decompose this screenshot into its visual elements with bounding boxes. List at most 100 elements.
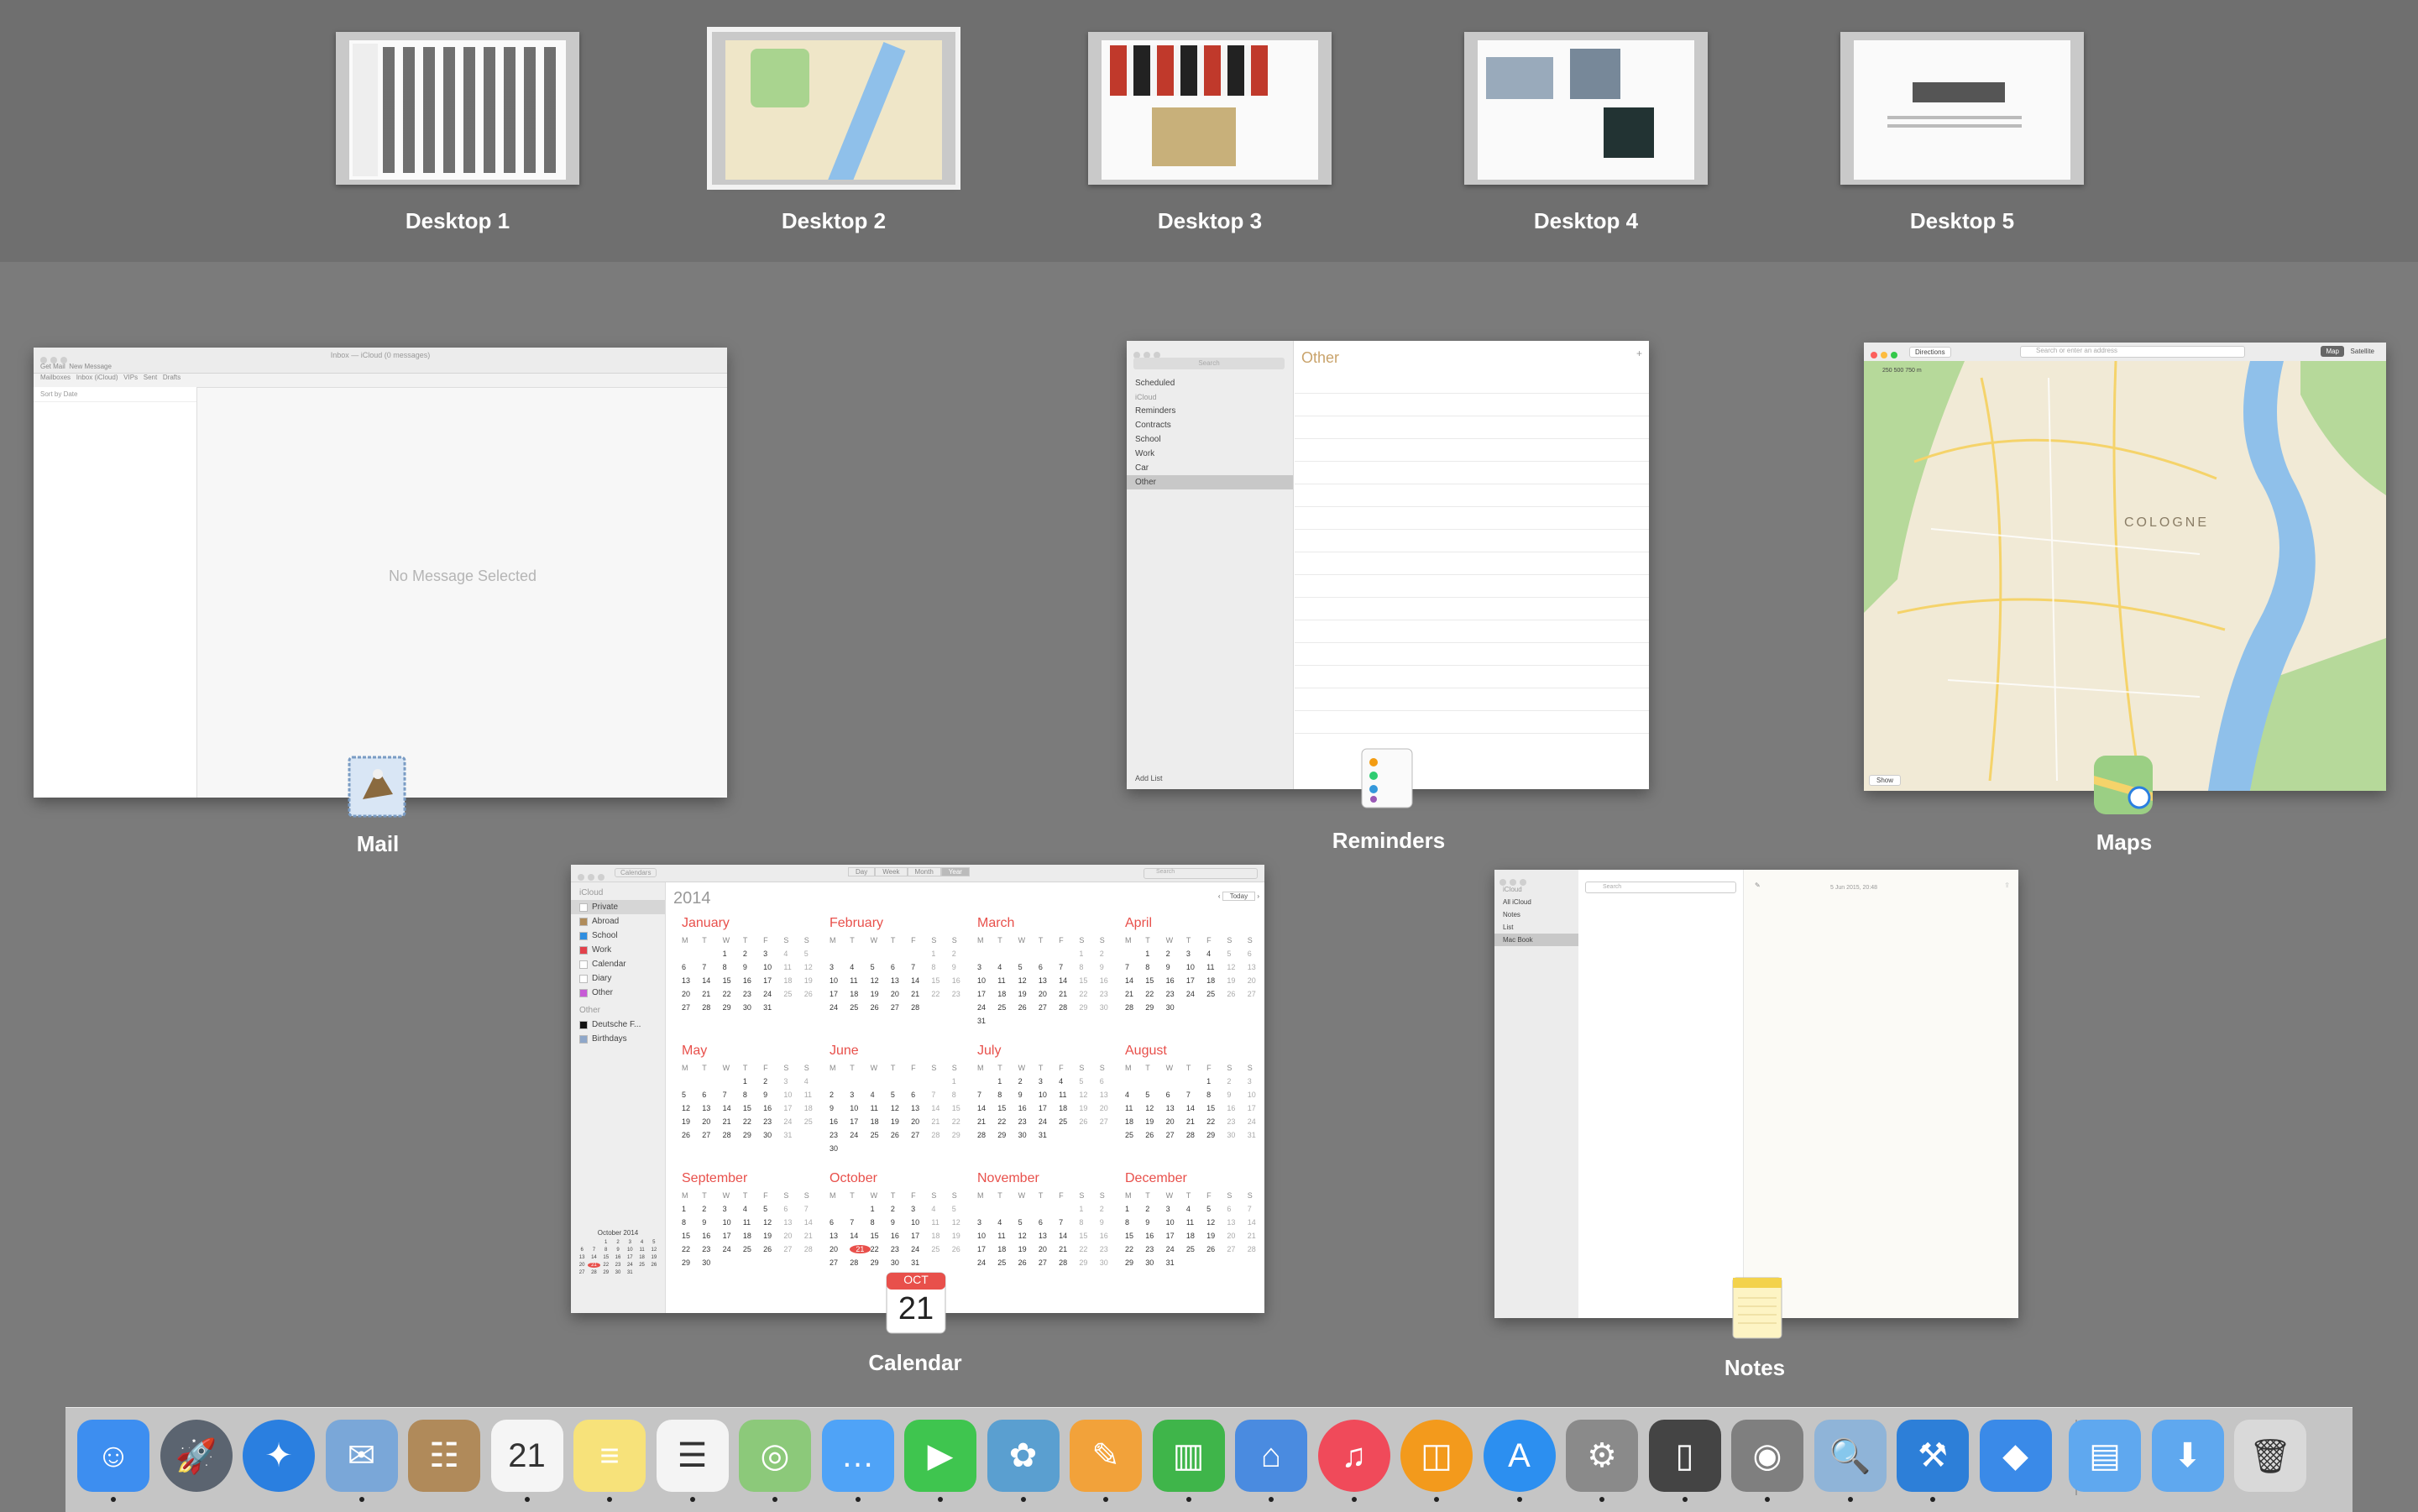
calendar-day[interactable]: 22	[1206, 1117, 1227, 1126]
calendar-day[interactable]: 31	[1039, 1131, 1059, 1139]
calendar-day[interactable]: 13	[783, 1218, 803, 1227]
calendar-day[interactable]: 29	[1145, 1003, 1165, 1012]
calendar-day[interactable]: 30	[830, 1144, 850, 1153]
calendar-day[interactable]: 5	[1018, 1218, 1039, 1227]
calendar-color-swatch[interactable]	[579, 1034, 588, 1044]
calendar-day[interactable]: 6	[702, 1091, 722, 1099]
calendar-day[interactable]: 21	[1059, 990, 1079, 998]
calendar-day[interactable]: 11	[1125, 1104, 1145, 1112]
calendar-day[interactable]: 14	[1248, 1218, 1264, 1227]
calendar-day[interactable]: 18	[931, 1232, 951, 1240]
calendar-day[interactable]: 18	[1125, 1117, 1145, 1126]
calendar-day[interactable]: 16	[1227, 1104, 1247, 1112]
mini-calendar-day[interactable]: 15	[600, 1255, 612, 1260]
next-arrow-icon[interactable]: ›	[1257, 892, 1259, 900]
calendar-day[interactable]: 7	[723, 1091, 743, 1099]
calendar-day[interactable]: 2	[1018, 1077, 1039, 1086]
calendar-day[interactable]: 3	[977, 963, 997, 971]
calendar-day[interactable]: 14	[1059, 976, 1079, 985]
calendar-day[interactable]: 13	[1166, 1104, 1186, 1112]
keynote-icon[interactable]: ⌂	[1235, 1420, 1307, 1492]
calendar-day[interactable]: 10	[1039, 1091, 1059, 1099]
mini-calendar-day[interactable]: 9	[612, 1248, 624, 1253]
notes-search-input[interactable]: Search	[1585, 882, 1736, 893]
calendar-day[interactable]: 9	[1100, 1218, 1120, 1227]
calendar-day[interactable]: 27	[1039, 1003, 1059, 1012]
calendar-day[interactable]: 10	[830, 976, 850, 985]
calendar-day[interactable]: 28	[1186, 1131, 1206, 1139]
calendar-day[interactable]: 10	[1166, 1218, 1186, 1227]
calendar-day[interactable]: 6	[891, 963, 911, 971]
calendar-day[interactable]: 13	[911, 1104, 931, 1112]
calendar-day[interactable]: 19	[682, 1117, 702, 1126]
calendar-day[interactable]: 27	[1039, 1258, 1059, 1267]
calendar-day[interactable]: 8	[743, 1091, 763, 1099]
mini-calendar-day[interactable]: 21	[588, 1263, 600, 1268]
calendar-day[interactable]: 25	[931, 1245, 951, 1253]
calendar-day[interactable]: 29	[952, 1131, 972, 1139]
calendar-day[interactable]: 10	[723, 1218, 743, 1227]
notes-folder-notes[interactable]: Notes	[1494, 908, 1578, 921]
calendar-day[interactable]: 5	[871, 963, 891, 971]
calendar-day[interactable]: 29	[723, 1003, 743, 1012]
calendar-day[interactable]: 22	[1079, 1245, 1099, 1253]
calendar-day[interactable]: 9	[702, 1218, 722, 1227]
calendar-day[interactable]: 18	[804, 1104, 824, 1112]
reminders-list-reminders[interactable]: Reminders	[1127, 404, 1293, 418]
mini-calendar-day[interactable]: 10	[624, 1248, 636, 1253]
calendar-day[interactable]: 22	[952, 1117, 972, 1126]
calendar-month-august[interactable]: August M T W T F S S 1 2 3 4 5 6 7 8 9 10 11 12 13 14 15 16 17 18…	[1125, 1044, 1264, 1139]
calendars-button[interactable]: Calendars	[615, 868, 657, 877]
notes-folder-list[interactable]: List	[1494, 921, 1578, 934]
calendar-item-calendar[interactable]: Calendar	[571, 957, 665, 971]
calendar-day[interactable]: 4	[997, 1218, 1018, 1227]
calendar-day[interactable]: 20	[1166, 1117, 1186, 1126]
calendar-day[interactable]: 1	[997, 1077, 1018, 1086]
calendar-day[interactable]: 1	[1125, 1205, 1145, 1213]
calendar-day[interactable]: 17	[1248, 1104, 1264, 1112]
notes-folder-all-icloud[interactable]: All iCloud	[1494, 896, 1578, 908]
calendar-day[interactable]: 6	[830, 1218, 850, 1227]
calendar-day[interactable]: 8	[931, 963, 951, 971]
mini-calendar-day[interactable]: 17	[624, 1255, 636, 1260]
trash-icon[interactable]: 🗑	[2234, 1420, 2306, 1492]
calendar-day[interactable]: 25	[871, 1131, 891, 1139]
calendar-day[interactable]: 18	[850, 990, 870, 998]
mini-calendar-day[interactable]: 4	[636, 1240, 647, 1245]
calendar-month-february[interactable]: February M T W T F S S 1 2 3 4 5 6 7 8 9 10 11 12 13 14 15 16 17…	[830, 916, 972, 1012]
calendar-day[interactable]: 16	[1166, 976, 1186, 985]
calendar-day[interactable]: 24	[1166, 1245, 1186, 1253]
calendar-day[interactable]: 20	[1248, 976, 1264, 985]
calendar-day[interactable]: 30	[891, 1258, 911, 1267]
calendar-day[interactable]: 14	[1125, 976, 1145, 985]
calendar-day[interactable]: 20	[1039, 990, 1059, 998]
calendar-day[interactable]: 11	[743, 1218, 763, 1227]
maps-icon[interactable]: ◎	[739, 1420, 811, 1492]
view-month-button[interactable]: Month	[907, 867, 941, 876]
calendar-day[interactable]: 12	[1079, 1091, 1099, 1099]
calendar-day[interactable]: 22	[682, 1245, 702, 1253]
calendar-day[interactable]: 11	[871, 1104, 891, 1112]
calendar-day[interactable]: 20	[1227, 1232, 1247, 1240]
calendar-day[interactable]: 31	[911, 1258, 931, 1267]
calendar-day[interactable]: 31	[783, 1131, 803, 1139]
calendar-color-swatch[interactable]	[579, 902, 588, 912]
calendar-day[interactable]: 16	[702, 1232, 722, 1240]
calendar-day[interactable]: 23	[763, 1117, 783, 1126]
calendar-day[interactable]: 2	[1227, 1077, 1247, 1086]
calendar-day[interactable]: 20	[1100, 1104, 1120, 1112]
today-button[interactable]: Today	[1222, 892, 1256, 901]
calendar-day[interactable]: 9	[1145, 1218, 1165, 1227]
calendar-color-swatch[interactable]	[579, 1020, 588, 1029]
calendar-day[interactable]: 6	[1100, 1077, 1120, 1086]
calendar-day[interactable]: 22	[931, 990, 951, 998]
calendar-day[interactable]: 10	[1248, 1091, 1264, 1099]
mini-calendar-day[interactable]: 19	[648, 1255, 660, 1260]
calendar-day[interactable]: 20	[783, 1232, 803, 1240]
calendar-day[interactable]: 24	[763, 990, 783, 998]
calendar-day[interactable]: 25	[850, 1003, 870, 1012]
calendar-day[interactable]: 19	[1018, 990, 1039, 998]
calendar-day[interactable]: 17	[850, 1117, 870, 1126]
calendar-color-swatch[interactable]	[579, 917, 588, 926]
calendar-day[interactable]: 17	[977, 990, 997, 998]
